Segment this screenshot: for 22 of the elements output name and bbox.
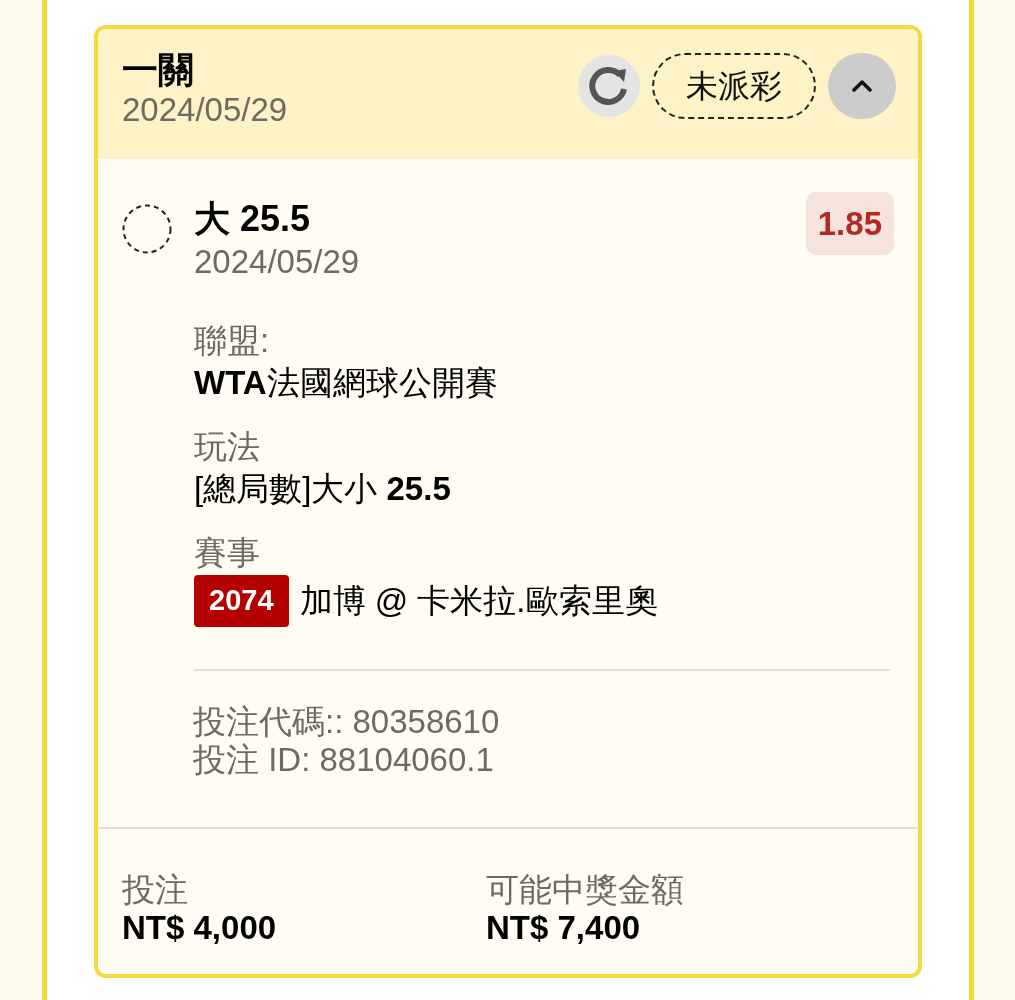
chevron-up-icon [852,78,872,94]
radio-button[interactable] [122,204,172,254]
detail-value: 加博 @ 卡米拉.歐索里奧 [299,581,658,621]
amount-value: NT$ 7,400 [486,909,641,947]
selection-title: 大 25.5 [194,197,311,241]
amount-label: 投注 [122,871,188,909]
refresh-icon[interactable] [578,55,640,117]
detail-value: WTA法國網球公開賽 [194,363,498,403]
detail-label: 聯盟: [194,321,270,361]
detail-label: 賽事 [194,533,260,573]
odds-badge: 1.85 [805,192,894,255]
bet-code-text: 投注 ID: 88104060.1 [193,741,494,779]
detail-label: 玩法 [194,427,260,467]
amount-value: NT$ 4,000 [122,909,277,947]
event-code-badge: 2074 [194,575,289,627]
selection-date: 2024/05/29 [194,242,360,282]
bet-date: 2024/05/29 [122,91,288,129]
status-label: 未派彩 [652,53,816,119]
bet-code-text: 投注代碼:: 80358610 [193,703,500,741]
bet-type-title: 一關 [122,49,195,91]
detail-value: [總局數]大小 25.5 [194,469,451,509]
amount-label: 可能中獎金額 [486,871,684,909]
